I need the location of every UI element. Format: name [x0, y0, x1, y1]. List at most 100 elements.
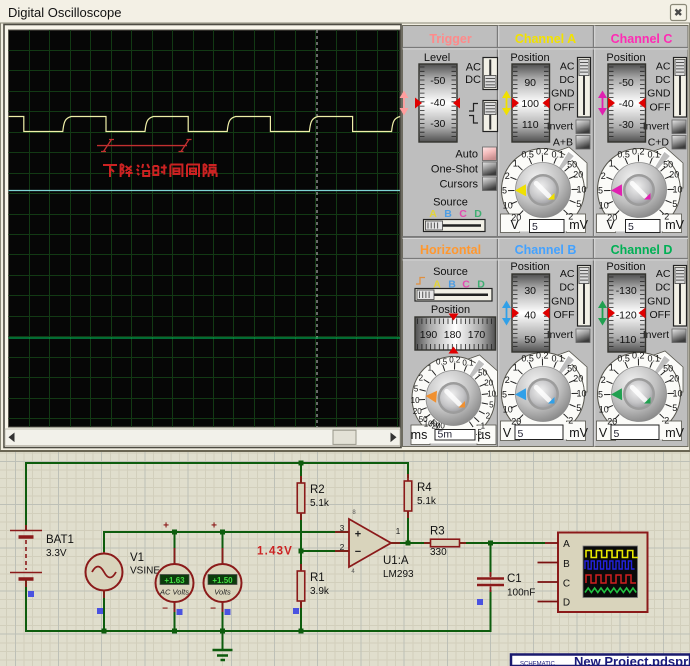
svg-text:5: 5 [502, 390, 507, 400]
svg-text:2: 2 [505, 375, 510, 385]
svg-text:−: − [162, 604, 168, 615]
svg-text:Position: Position [606, 52, 645, 64]
svg-text:2: 2 [419, 374, 424, 383]
svg-text:AC Volts: AC Volts [159, 588, 189, 597]
svg-text:10: 10 [411, 396, 420, 405]
svg-text:C: C [563, 579, 570, 590]
svg-text:mV: mV [665, 426, 684, 440]
svg-text:-40: -40 [619, 98, 634, 110]
svg-text:Source: Source [433, 197, 468, 209]
svg-text:3.9k: 3.9k [310, 586, 330, 597]
svg-text:10: 10 [672, 388, 682, 398]
svg-text:170: 170 [468, 329, 486, 341]
svg-text:10: 10 [503, 200, 513, 210]
svg-text:2: 2 [601, 171, 606, 181]
svg-text:2: 2 [568, 416, 573, 426]
svg-text:50: 50 [567, 364, 577, 374]
svg-text:Position: Position [606, 261, 645, 273]
svg-text:0.2: 0.2 [536, 147, 549, 157]
svg-text:R1: R1 [310, 572, 325, 584]
svg-text:5: 5 [672, 403, 677, 413]
svg-text:180: 180 [444, 329, 462, 341]
svg-text:Invert: Invert [547, 121, 573, 133]
svg-text:190: 190 [420, 329, 438, 341]
svg-text:AC: AC [466, 62, 481, 74]
svg-text:-120: -120 [616, 310, 637, 322]
svg-text:5: 5 [598, 390, 603, 400]
svg-text:+: + [211, 521, 217, 532]
svg-text:−: − [355, 546, 361, 558]
svg-text:DC: DC [559, 74, 575, 86]
svg-text:1: 1 [513, 158, 518, 168]
svg-text:50: 50 [663, 160, 673, 170]
svg-text:3: 3 [340, 523, 345, 533]
svg-text:30: 30 [524, 285, 536, 297]
svg-text:+: + [163, 521, 169, 532]
svg-text:R2: R2 [310, 484, 325, 496]
svg-text:3.3V: 3.3V [46, 548, 67, 559]
svg-text:5.1k: 5.1k [310, 498, 330, 509]
svg-text:-50: -50 [619, 77, 634, 89]
svg-text:B: B [563, 559, 570, 570]
svg-text:5: 5 [502, 186, 507, 196]
svg-text:B: B [444, 208, 452, 220]
svg-text:Position: Position [510, 52, 549, 64]
svg-text:D: D [563, 598, 570, 609]
svg-text:A+B: A+B [553, 137, 573, 149]
svg-text:90: 90 [524, 77, 536, 89]
svg-text:mV: mV [665, 218, 684, 232]
svg-text:0.2: 0.2 [449, 356, 461, 365]
svg-text:5: 5 [518, 428, 524, 440]
svg-text:One-Shot: One-Shot [431, 164, 478, 176]
svg-text:OFF: OFF [554, 309, 575, 321]
svg-text:330: 330 [430, 547, 447, 558]
svg-text:5: 5 [414, 385, 419, 394]
svg-text:DC: DC [559, 282, 575, 294]
svg-text:AC: AC [656, 61, 671, 73]
svg-text:OFF: OFF [650, 309, 671, 321]
svg-text:-30: -30 [430, 118, 445, 130]
svg-text:OFF: OFF [554, 101, 575, 113]
svg-text:-130: -130 [616, 285, 637, 297]
svg-text:Position: Position [510, 261, 549, 273]
svg-text:10: 10 [599, 404, 609, 414]
svg-text:C: C [459, 208, 467, 220]
svg-text:2: 2 [664, 416, 669, 426]
svg-text:mV: mV [569, 218, 588, 232]
svg-text:Digital Oscilloscope: Digital Oscilloscope [8, 5, 121, 20]
svg-text:0.2: 0.2 [632, 147, 645, 157]
svg-text:50: 50 [663, 364, 673, 374]
svg-text:DC: DC [465, 74, 481, 86]
svg-text:10: 10 [487, 389, 496, 398]
svg-text:AC: AC [560, 268, 575, 280]
svg-text:Source: Source [433, 266, 468, 278]
svg-text:50: 50 [567, 160, 577, 170]
svg-text:BAT1: BAT1 [46, 534, 74, 546]
svg-text:Volts: Volts [214, 588, 231, 597]
svg-text:0.2: 0.2 [632, 351, 645, 361]
svg-text:5: 5 [576, 403, 581, 413]
svg-text:100nF: 100nF [507, 588, 535, 599]
svg-text:R3: R3 [430, 526, 445, 538]
svg-text:Invert: Invert [643, 329, 669, 341]
svg-text:50: 50 [524, 334, 536, 346]
svg-text:Horizontal: Horizontal [420, 243, 481, 257]
svg-text:10: 10 [576, 388, 586, 398]
svg-text:µs: µs [477, 428, 490, 442]
svg-text:40: 40 [524, 310, 536, 322]
svg-text:C+D: C+D [648, 137, 670, 149]
svg-text:ms: ms [411, 428, 428, 442]
svg-text:5: 5 [614, 428, 620, 440]
svg-text:0.1: 0.1 [462, 358, 474, 367]
svg-text:2: 2 [505, 171, 510, 181]
svg-text:+1.63: +1.63 [164, 576, 185, 585]
svg-text:D: D [474, 208, 482, 220]
svg-text:0.1: 0.1 [551, 353, 564, 363]
svg-text:1: 1 [609, 158, 614, 168]
svg-text:−: − [210, 604, 216, 615]
svg-text:OFF: OFF [650, 101, 671, 113]
svg-text:SCHEMATIC: SCHEMATIC [520, 662, 556, 666]
svg-text:5m: 5m [438, 429, 453, 441]
svg-text:5: 5 [576, 199, 581, 209]
svg-text:-110: -110 [616, 334, 636, 346]
